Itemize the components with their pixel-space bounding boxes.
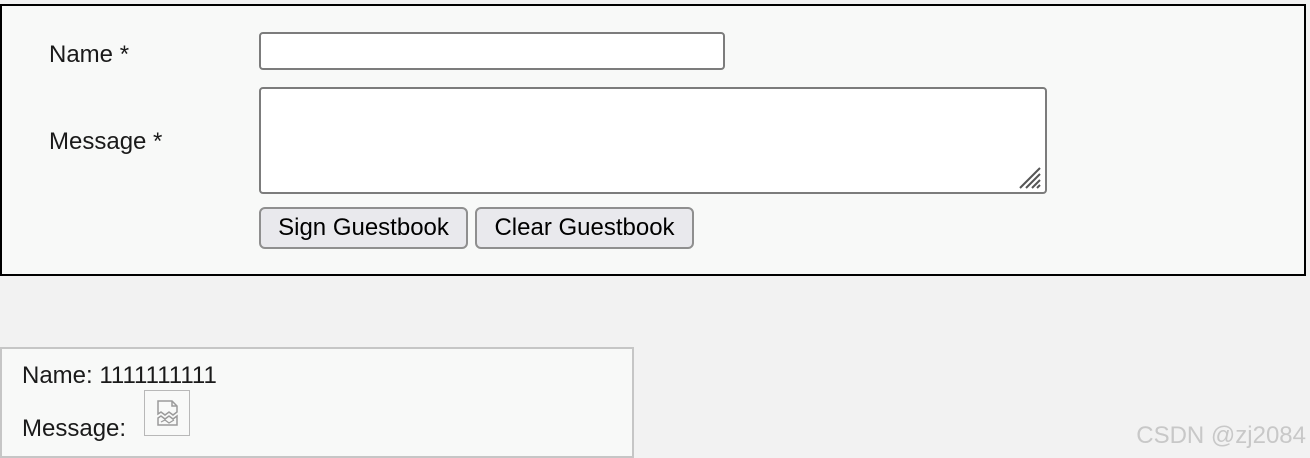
clear-guestbook-button[interactable]: Clear Guestbook <box>475 207 694 249</box>
watermark: CSDN @zj2084 <box>1136 422 1306 449</box>
guestbook-form: Name * Message * Sign Guestbook Clear Gu… <box>0 4 1306 276</box>
name-label: Name * <box>49 41 130 68</box>
message-textarea[interactable] <box>259 87 1047 194</box>
guestbook-entry: Name: 1111111111 Message: <box>0 347 634 458</box>
resize-handle-icon[interactable] <box>1014 162 1042 190</box>
broken-image-icon <box>144 390 190 436</box>
entry-name-line: Name: 1111111111 <box>22 362 217 389</box>
entry-message-label: Message: <box>22 415 127 442</box>
name-input[interactable] <box>259 32 725 70</box>
message-label: Message * <box>49 128 163 155</box>
sign-guestbook-button[interactable]: Sign Guestbook <box>259 207 468 249</box>
